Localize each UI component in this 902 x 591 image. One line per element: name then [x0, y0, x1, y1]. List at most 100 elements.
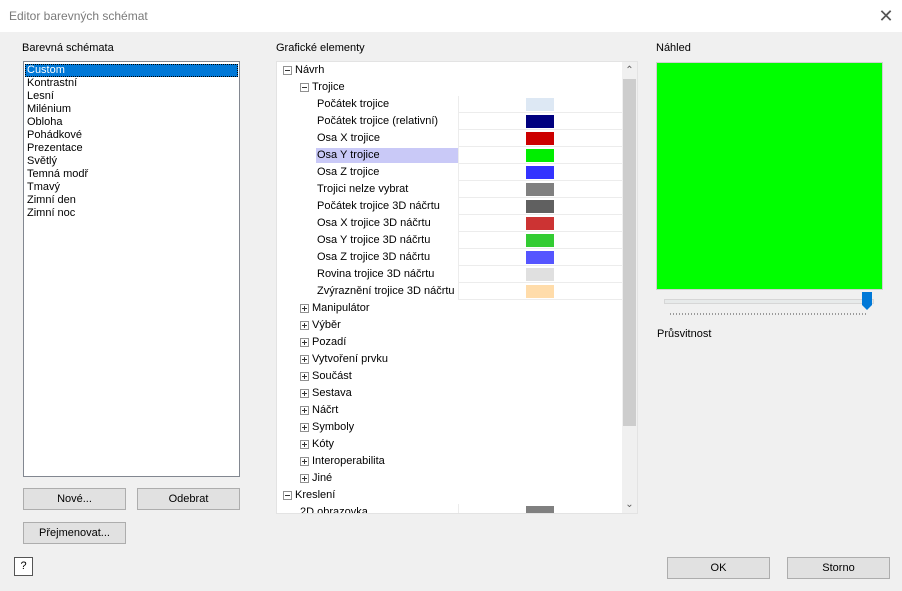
expand-icon[interactable] [300, 372, 309, 381]
tree-group-row[interactable]: Součást [277, 368, 622, 385]
expand-icon[interactable] [300, 304, 309, 313]
collapse-icon[interactable] [283, 66, 292, 75]
expand-icon[interactable] [300, 440, 309, 449]
tree-group-row[interactable]: Náčrt [277, 402, 622, 419]
scheme-list-item[interactable]: Zimní den [25, 194, 238, 207]
ok-button[interactable]: OK [667, 557, 770, 579]
tree-group-row[interactable]: Kreslení [277, 487, 622, 504]
tree-scrollbar[interactable]: ⌃ ⌄ [622, 62, 637, 513]
help-icon[interactable]: ? [14, 557, 33, 576]
scheme-list-item[interactable]: Kontrastní [25, 77, 238, 90]
expand-icon[interactable] [300, 457, 309, 466]
transparency-slider-track[interactable] [664, 299, 874, 304]
expand-icon[interactable] [300, 406, 309, 415]
color-cell[interactable] [458, 215, 623, 232]
tree-color-row[interactable]: Zvýraznění trojice 3D náčrtu [277, 283, 623, 300]
tree-color-row[interactable]: Osa Z trojice [277, 164, 623, 181]
color-cell[interactable] [458, 504, 623, 513]
color-cell[interactable] [458, 181, 623, 198]
remove-scheme-button[interactable]: Odebrat [137, 488, 240, 510]
color-swatch[interactable] [526, 132, 554, 145]
expand-icon[interactable] [300, 474, 309, 483]
tree-row-label: Kóty [312, 438, 335, 450]
tree-group-row[interactable]: Vytvoření prvku [277, 351, 622, 368]
expand-icon[interactable] [300, 338, 309, 347]
tree-color-row[interactable]: Osa Y trojice 3D náčrtu [277, 232, 623, 249]
tree-group-row[interactable]: Interoperabilita [277, 453, 622, 470]
color-cell[interactable] [458, 198, 623, 215]
scheme-list-item[interactable]: Milénium [25, 103, 238, 116]
tree-group-row[interactable]: Trojice [277, 79, 622, 96]
tree-color-row[interactable]: Osa Z trojice 3D náčrtu [277, 249, 623, 266]
preview-swatch [656, 62, 883, 290]
expand-icon[interactable] [300, 355, 309, 364]
tree-color-row[interactable]: Osa Y trojice [277, 147, 623, 164]
color-cell[interactable] [458, 249, 623, 266]
scheme-listbox[interactable]: Custom Kontrastní Lesní Milénium Obloha Pohád… [23, 61, 240, 477]
scheme-list-item[interactable]: Obloha [25, 116, 238, 129]
color-swatch[interactable] [526, 183, 554, 196]
scrollbar-thumb[interactable] [623, 79, 636, 426]
slider-ticks [670, 313, 868, 315]
elements-tree[interactable]: Návrh Trojice Počátek trojice Počátek troji… [276, 61, 638, 514]
scheme-list-item[interactable]: Pohádkové [25, 129, 238, 142]
color-swatch[interactable] [526, 200, 554, 213]
tree-color-row[interactable]: Trojici nelze vybrat [277, 181, 623, 198]
color-cell[interactable] [458, 232, 623, 249]
color-cell[interactable] [458, 164, 623, 181]
tree-color-row[interactable]: Počátek trojice [277, 96, 623, 113]
tree-color-row[interactable]: Osa X trojice [277, 130, 623, 147]
tree-color-row[interactable]: Osa X trojice 3D náčrtu [277, 215, 623, 232]
color-cell[interactable] [458, 96, 623, 113]
tree-color-row[interactable]: Počátek trojice 3D náčrtu [277, 198, 623, 215]
tree-group-row[interactable]: Pozadí [277, 334, 622, 351]
tree-color-row[interactable]: 2D obrazovka [277, 504, 623, 514]
new-scheme-button[interactable]: Nové... [23, 488, 126, 510]
color-swatch[interactable] [526, 268, 554, 281]
color-cell[interactable] [458, 147, 623, 164]
tree-group-row[interactable]: Manipulátor [277, 300, 622, 317]
color-cell[interactable] [458, 113, 623, 130]
color-swatch[interactable] [526, 217, 554, 230]
tree-color-row[interactable]: Rovina trojice 3D náčrtu [277, 266, 623, 283]
color-swatch[interactable] [526, 149, 554, 162]
color-swatch[interactable] [526, 234, 554, 247]
tree-row-label: 2D obrazovka [300, 506, 368, 514]
cancel-button[interactable]: Storno [787, 557, 890, 579]
color-swatch[interactable] [526, 166, 554, 179]
tree-row-label: Kreslení [295, 489, 336, 501]
color-cell[interactable] [458, 283, 623, 300]
expand-icon[interactable] [300, 321, 309, 330]
rename-scheme-button[interactable]: Přejmenovat... [23, 522, 126, 544]
color-swatch[interactable] [526, 115, 554, 128]
scheme-list-item[interactable]: Světlý [25, 155, 238, 168]
scheme-list-item[interactable]: Lesní [25, 90, 238, 103]
tree-group-row[interactable]: Výběr [277, 317, 622, 334]
expand-icon[interactable] [300, 389, 309, 398]
color-swatch[interactable] [526, 506, 554, 513]
collapse-icon[interactable] [300, 83, 309, 92]
tree-color-row[interactable]: Počátek trojice (relativní) [277, 113, 623, 130]
transparency-slider-thumb[interactable] [862, 292, 872, 310]
scheme-list-item[interactable]: Tmavý [25, 181, 238, 194]
scheme-list-item[interactable]: Zimní noc [25, 207, 238, 220]
color-cell[interactable] [458, 266, 623, 283]
tree-group-row[interactable]: Kóty [277, 436, 622, 453]
chevron-up-icon[interactable]: ⌃ [622, 62, 637, 79]
scheme-list-item[interactable]: Prezentace [25, 142, 238, 155]
scheme-list-item[interactable]: Custom [25, 64, 238, 77]
collapse-icon[interactable] [283, 491, 292, 500]
tree-group-row[interactable]: Symboly [277, 419, 622, 436]
tree-group-row[interactable]: Sestava [277, 385, 622, 402]
color-cell[interactable] [458, 130, 623, 147]
chevron-down-icon[interactable]: ⌄ [622, 496, 637, 513]
close-icon[interactable]: ✕ [872, 2, 900, 30]
color-swatch[interactable] [526, 98, 554, 111]
tree-group-row[interactable]: Jiné [277, 470, 622, 487]
elements-label: Grafické elementy [276, 42, 365, 54]
color-swatch[interactable] [526, 285, 554, 298]
scheme-list-item[interactable]: Temná modř [25, 168, 238, 181]
tree-group-row[interactable]: Návrh [277, 62, 622, 79]
expand-icon[interactable] [300, 423, 309, 432]
color-swatch[interactable] [526, 251, 554, 264]
